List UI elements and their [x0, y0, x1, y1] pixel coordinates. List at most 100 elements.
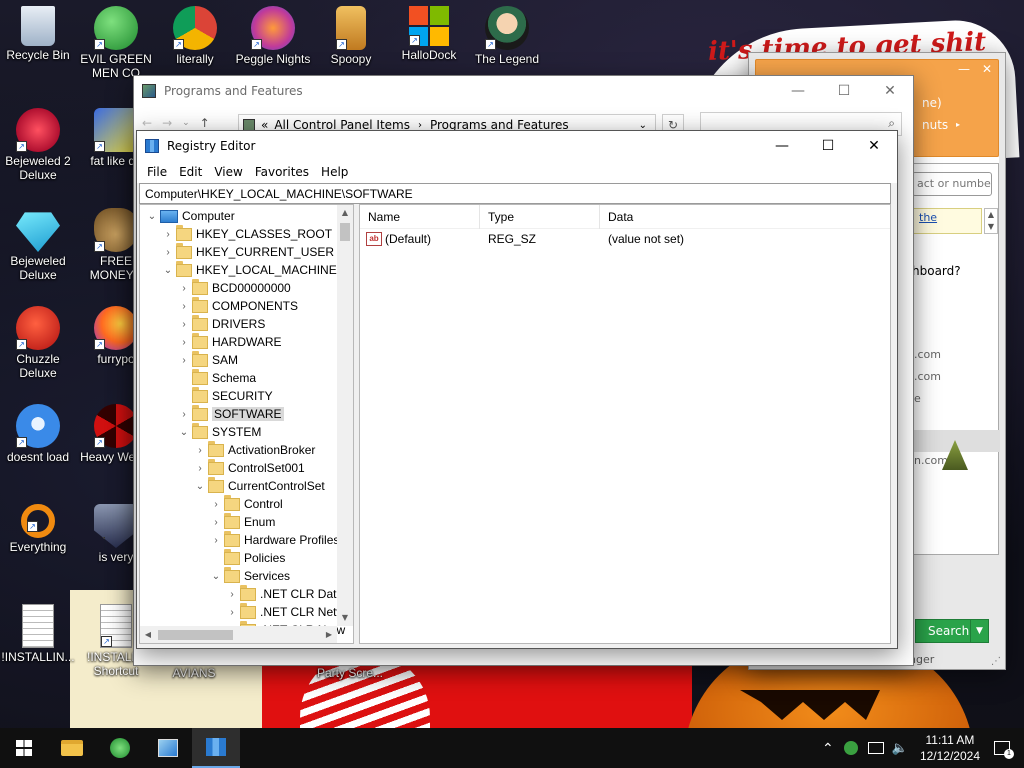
tree-horizontal-scrollbar[interactable]: ◀ ▶	[140, 626, 337, 643]
close-icon[interactable]: ✕	[982, 62, 992, 76]
taskbar-green-men[interactable]	[96, 728, 144, 768]
close-button[interactable]: ✕	[867, 76, 913, 106]
desktop-icon-hallodock[interactable]: ↗ HalloDock	[391, 6, 467, 62]
chevron-down-icon[interactable]: ⌄	[160, 265, 176, 276]
scroll-down-icon[interactable]: ▼	[337, 610, 353, 626]
desktop-icon-the-legend[interactable]: ↗ The Legend	[469, 6, 545, 66]
registry-editor-window[interactable]: Registry Editor — ☐ ✕ File Edit View Fav…	[136, 130, 898, 649]
tree-node[interactable]: › ActivationBroker	[192, 440, 315, 459]
chevron-right-icon[interactable]: ›	[160, 229, 176, 240]
column-header-type[interactable]: Type	[480, 204, 600, 229]
tree-node[interactable]: › Control	[208, 494, 283, 513]
chevron-right-icon[interactable]: ›	[176, 319, 192, 330]
registry-path-bar[interactable]: Computer\HKEY_LOCAL_MACHINE\SOFTWARE	[139, 183, 891, 204]
chevron-down-icon[interactable]: ⌄	[176, 427, 192, 438]
pf-titlebar[interactable]: Programs and Features — ☐ ✕	[134, 76, 913, 106]
desktop-icon-installing[interactable]: !INSTALLIN...	[0, 604, 76, 664]
chevron-right-icon[interactable]: ›	[176, 337, 192, 348]
registry-tree[interactable]: ›.NET CLR Netw›.NET CLR Netw›.NET CLR Da…	[139, 204, 354, 644]
tree-node[interactable]: ⌄ Computer	[144, 207, 235, 225]
chevron-up-icon[interactable]: ⌃	[822, 740, 834, 757]
chevron-down-icon[interactable]: ⌄	[192, 481, 208, 492]
chevron-right-icon[interactable]: ›	[160, 247, 176, 258]
menu-file[interactable]: File	[141, 165, 173, 179]
tree-node[interactable]: › DRIVERS	[176, 314, 265, 333]
chevron-right-icon[interactable]: ›	[176, 283, 192, 294]
chevron-right-icon[interactable]: ›	[176, 301, 192, 312]
menu-help[interactable]: Help	[315, 165, 354, 179]
forward-arrow-icon[interactable]: →	[162, 116, 172, 130]
desktop-icon-spoopy[interactable]: ↗ Spoopy	[313, 6, 389, 66]
chevron-right-icon[interactable]: ›	[192, 445, 208, 456]
desktop-icon-literally[interactable]: ↗ literally	[157, 6, 233, 66]
chevron-right-icon[interactable]: ›	[192, 463, 208, 474]
tree-node[interactable]: Schema	[176, 368, 256, 387]
back-arrow-icon[interactable]: ←	[142, 116, 152, 130]
desktop-icon-doesnt-load[interactable]: ↗ doesnt load	[0, 404, 76, 464]
column-header-data[interactable]: Data	[600, 205, 760, 229]
tree-node[interactable]: › HKEY_CURRENT_USER	[160, 242, 334, 261]
clock[interactable]: 11:11 AM 12/12/2024	[920, 732, 980, 764]
desktop-icon-bejeweled[interactable]: ↗ Bejeweled Deluxe	[0, 208, 76, 282]
desktop-icon-recycle-bin[interactable]: Recycle Bin	[0, 6, 76, 62]
resize-grip-icon[interactable]: ⋰	[991, 656, 1001, 667]
side-row[interactable]: n.com	[914, 454, 948, 467]
tree-node[interactable]: ⌄ HKEY_LOCAL_MACHINE	[160, 260, 337, 279]
menu-view[interactable]: View	[208, 165, 248, 179]
maximize-button[interactable]: ☐	[805, 131, 851, 161]
chevron-down-icon[interactable]: ▼	[970, 620, 988, 642]
tree-node[interactable]: › HKEY_CLASSES_ROOT	[160, 224, 332, 243]
desktop-icon-bejeweled-2[interactable]: ↗ Bejeweled 2 Deluxe	[0, 108, 76, 182]
tree-node[interactable]: › SOFTWARE	[176, 404, 284, 423]
start-button[interactable]	[0, 728, 48, 768]
taskbar-file-explorer[interactable]	[48, 728, 96, 768]
chevron-right-icon[interactable]: ›	[208, 517, 224, 528]
chevron-down-icon[interactable]: ⌄	[639, 120, 647, 131]
scroll-left-icon[interactable]: ◀	[140, 626, 156, 643]
tree-vertical-scrollbar[interactable]: ▲ ▼	[337, 205, 353, 626]
chevron-down-icon[interactable]: ⌄	[144, 211, 160, 222]
registry-values-pane[interactable]: Name Type Data ab (Default) REG_SZ (value…	[359, 204, 891, 644]
side-link[interactable]: the	[912, 208, 982, 234]
chevron-right-icon[interactable]: ›	[208, 499, 224, 510]
people-icon[interactable]	[843, 741, 858, 755]
minimize-button[interactable]: —	[775, 76, 821, 106]
desktop-icon-avians[interactable]: AVIANS	[156, 666, 232, 680]
taskbar-control-panel[interactable]	[144, 728, 192, 768]
chevron-right-icon[interactable]: ›	[208, 535, 224, 546]
desktop-icon-peggle-nights[interactable]: ↗ Peggle Nights	[235, 6, 311, 66]
tree-node[interactable]: ⌄ SYSTEM	[176, 422, 261, 441]
chevron-right-icon[interactable]: ›	[176, 409, 192, 420]
desktop-icon-chuzzle[interactable]: ↗ Chuzzle Deluxe	[0, 306, 76, 380]
tree-node[interactable]: › Hardware Profiles	[208, 530, 339, 549]
chevron-down-icon[interactable]: ⌄	[182, 118, 190, 128]
tree-node[interactable]: › Enum	[208, 512, 275, 531]
desktop-icon-party-screen[interactable]: Party Scre...	[312, 666, 388, 680]
close-button[interactable]: ✕	[851, 131, 897, 161]
tree-node[interactable]: › .NET CLR Data	[224, 584, 343, 603]
tree-node[interactable]: ⌄ Services	[208, 566, 290, 585]
menu-favorites[interactable]: Favorites	[249, 165, 315, 179]
tree-node[interactable]: › BCD00000000	[176, 278, 291, 297]
desktop-icon-evil-green-men[interactable]: ↗ EVIL GREEN MEN CO	[78, 6, 154, 80]
tree-node[interactable]: Policies	[208, 548, 285, 567]
chevron-right-icon[interactable]: ›	[176, 355, 192, 366]
tree-node[interactable]: › SAM	[176, 350, 238, 369]
tree-node[interactable]: › HARDWARE	[176, 332, 282, 351]
column-header-name[interactable]: Name	[360, 204, 480, 229]
value-row[interactable]: ab (Default) REG_SZ (value not set)	[360, 229, 890, 249]
minimize-icon[interactable]: —	[958, 62, 970, 76]
maximize-button[interactable]: ☐	[821, 76, 867, 106]
chevron-right-icon[interactable]: ›	[224, 589, 240, 600]
chevron-down-icon[interactable]: ⌄	[208, 571, 224, 582]
desktop-icon-everything[interactable]: ↗ Everything	[0, 504, 76, 554]
re-titlebar[interactable]: Registry Editor — ☐ ✕	[137, 131, 897, 161]
chevron-right-icon[interactable]: ›	[224, 607, 240, 618]
minimize-button[interactable]: —	[759, 131, 805, 161]
side-search-input[interactable]: act or numbe	[912, 172, 992, 196]
side-row[interactable]: e	[914, 392, 921, 405]
tree-node[interactable]: SECURITY	[176, 386, 273, 405]
scroll-thumb[interactable]	[340, 223, 350, 241]
side-search-button[interactable]: Search ▼	[915, 619, 989, 643]
taskbar-registry-editor[interactable]	[192, 728, 240, 768]
